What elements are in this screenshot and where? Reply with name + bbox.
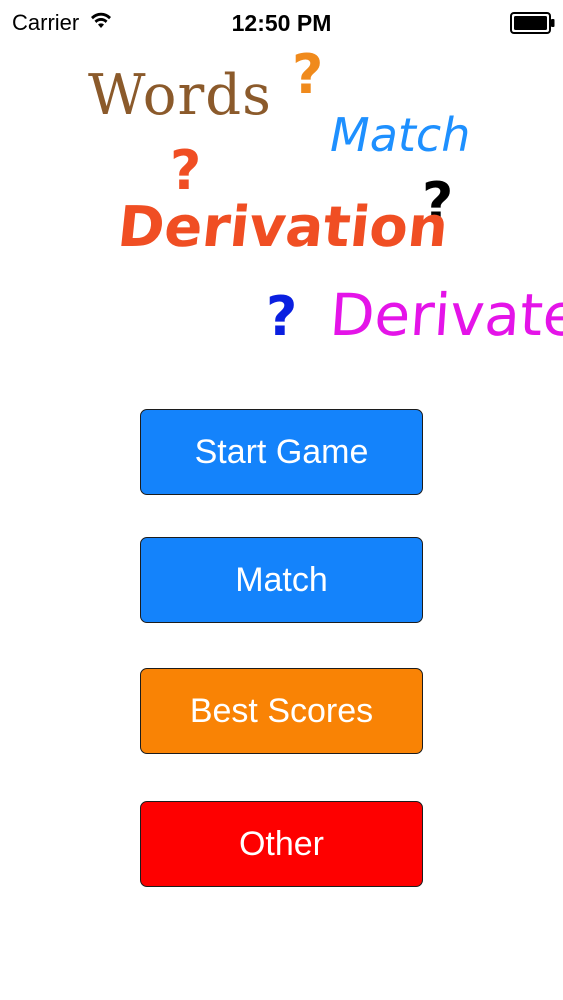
- logo-word-match: Match: [330, 108, 471, 162]
- question-mark-orange: ?: [292, 43, 324, 106]
- other-button[interactable]: Other: [140, 801, 423, 887]
- match-button[interactable]: Match: [140, 537, 423, 623]
- start-game-button[interactable]: Start Game: [140, 409, 423, 495]
- question-mark-red: ?: [170, 139, 202, 202]
- logo-word-derivate: Derivate: [327, 281, 563, 349]
- battery-full-icon: [510, 12, 555, 34]
- app-screen: Carrier 12:50 PM Words ? Match ? ? Deriv…: [0, 0, 563, 1000]
- question-mark-blue: ?: [266, 285, 298, 348]
- logo-word-words: Words: [88, 63, 272, 128]
- clock: 12:50 PM: [231, 10, 332, 36]
- best-scores-button[interactable]: Best Scores: [140, 668, 423, 754]
- app-logo: Words ? Match ? ? Derivation ? Derivate: [0, 40, 563, 370]
- logo-word-derivation: Derivation: [114, 195, 452, 260]
